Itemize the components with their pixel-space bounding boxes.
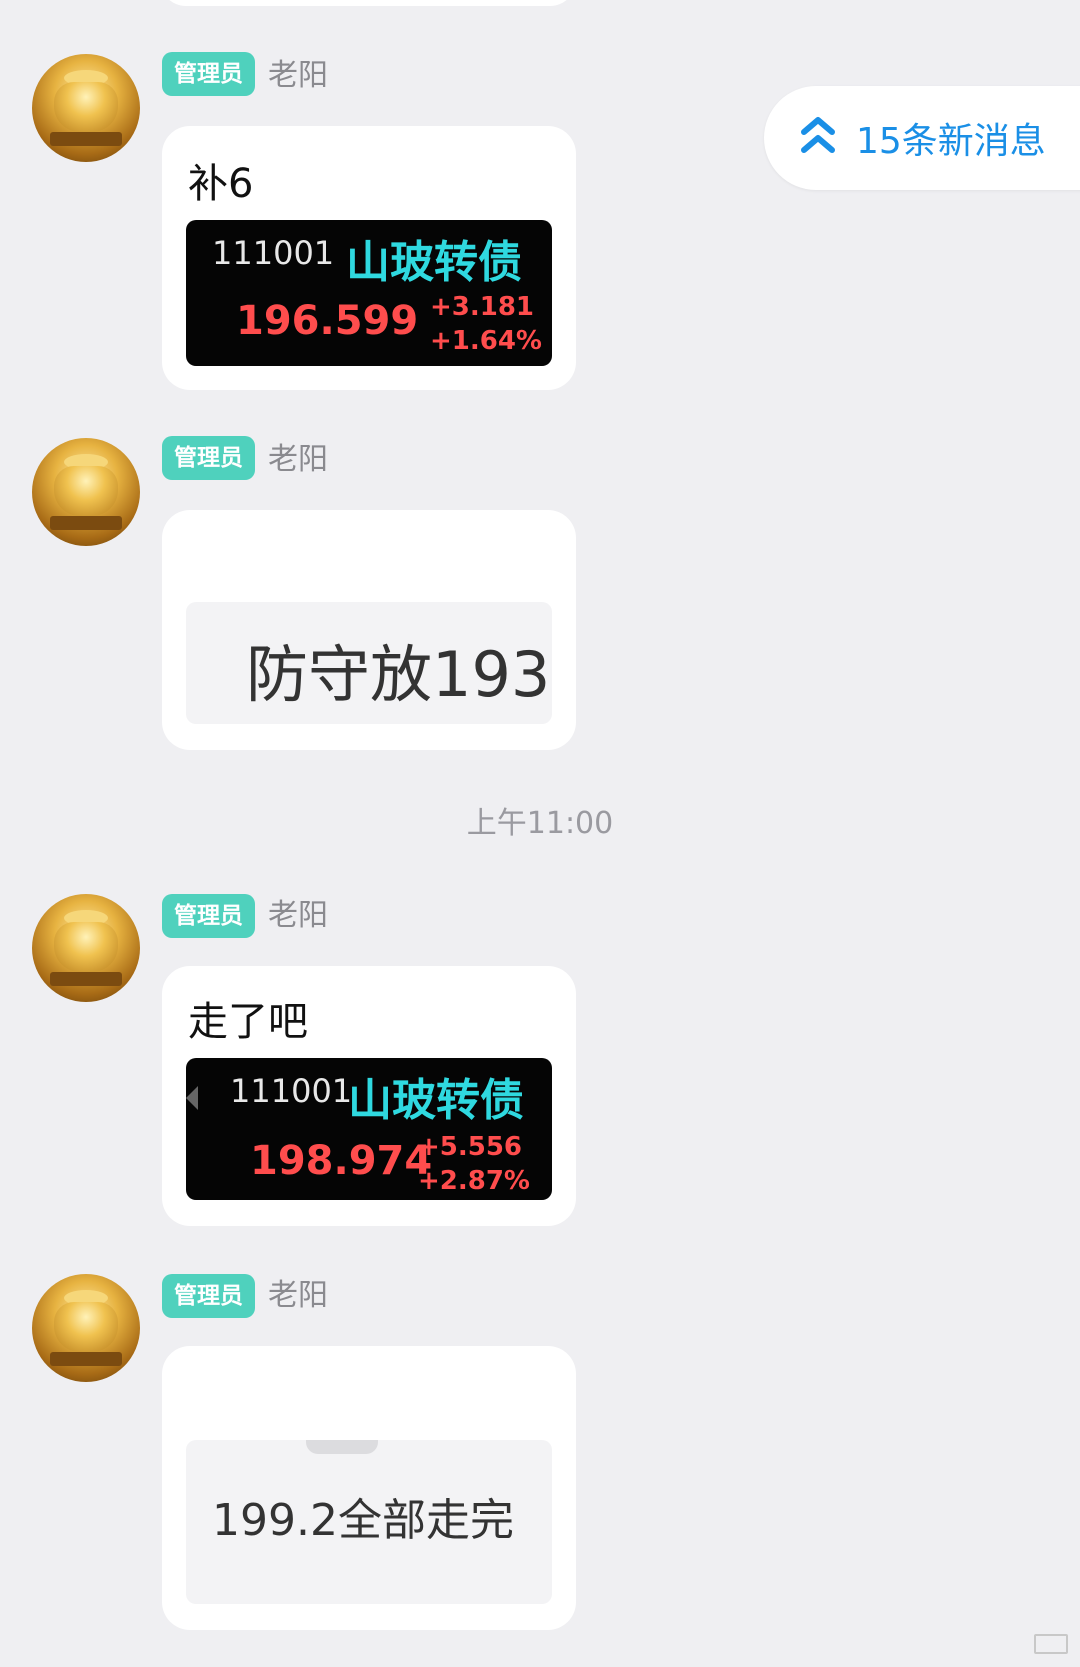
message-text: 补6 (188, 161, 254, 207)
quote-change-value: +5.556 (418, 1132, 523, 1162)
quote-price: 196.599 (236, 298, 419, 344)
avatar-pot (54, 922, 118, 972)
avatar-base (50, 972, 122, 986)
quote-code: 111001 (212, 234, 335, 272)
avatar-pot (54, 1302, 118, 1352)
quote-code: 111001 (230, 1072, 353, 1110)
role-badge: 管理员 (162, 894, 255, 938)
image-text: 防守放193 (246, 638, 551, 711)
quote-price: 198.974 (250, 1138, 433, 1184)
role-badge: 管理员 (162, 436, 255, 480)
avatar-pot (54, 82, 118, 132)
stock-quote-image[interactable]: 111001 山玻转债 198.974 +5.556 +2.87% (186, 1058, 552, 1200)
role-badge: 管理员 (162, 1274, 255, 1318)
double-chevron-up-icon (801, 117, 835, 153)
message-bubble[interactable]: 补6 111001 山玻转债 196.599 +3.181 +1.64% (162, 126, 576, 390)
quote-change: +5.556 +2.87% (418, 1130, 530, 1198)
avatar-base (50, 132, 122, 146)
avatar-base (50, 516, 122, 530)
previous-message-bubble (160, 0, 576, 6)
avatar-pot (54, 466, 118, 516)
stock-quote-image[interactable]: 111001 山玻转债 196.599 +3.181 +1.64% (186, 220, 552, 366)
image-text: 199.2全部走完 (212, 1495, 514, 1546)
quote-name: 山玻转债 (348, 1075, 524, 1126)
message-bubble[interactable]: 走了吧 111001 山玻转债 198.974 +5.556 +2.87% (162, 966, 576, 1226)
avatar[interactable] (32, 1274, 140, 1382)
new-messages-button[interactable]: 15条新消息 (764, 86, 1080, 190)
quote-change-pct: +1.64% (430, 326, 542, 356)
text-image[interactable]: 防守放193 (186, 602, 552, 724)
sender-name: 老阳 (268, 58, 328, 93)
message-bubble[interactable]: 防守放193 (162, 510, 576, 750)
quote-change-pct: +2.87% (418, 1166, 530, 1196)
avatar[interactable] (32, 894, 140, 1002)
quote-name: 山玻转债 (346, 237, 522, 288)
avatar[interactable] (32, 54, 140, 162)
collapse-arrow-icon (186, 1086, 198, 1110)
avatar-base (50, 1352, 122, 1366)
watermark-icon (1034, 1634, 1068, 1654)
sender-name: 老阳 (268, 898, 328, 933)
text-image[interactable]: 199.2全部走完 (186, 1440, 552, 1604)
quote-change: +3.181 +1.64% (430, 290, 542, 358)
message-bubble[interactable]: 199.2全部走完 (162, 1346, 576, 1630)
sender-name: 老阳 (268, 442, 328, 477)
sender-name: 老阳 (268, 1278, 328, 1313)
image-crop-handle (306, 1440, 378, 1454)
quote-change-value: +3.181 (430, 292, 535, 322)
avatar[interactable] (32, 438, 140, 546)
role-badge: 管理员 (162, 52, 255, 96)
new-messages-label: 15条新消息 (856, 121, 1046, 162)
message-text: 走了吧 (188, 999, 308, 1045)
message-timestamp: 上午11:00 (466, 806, 614, 841)
